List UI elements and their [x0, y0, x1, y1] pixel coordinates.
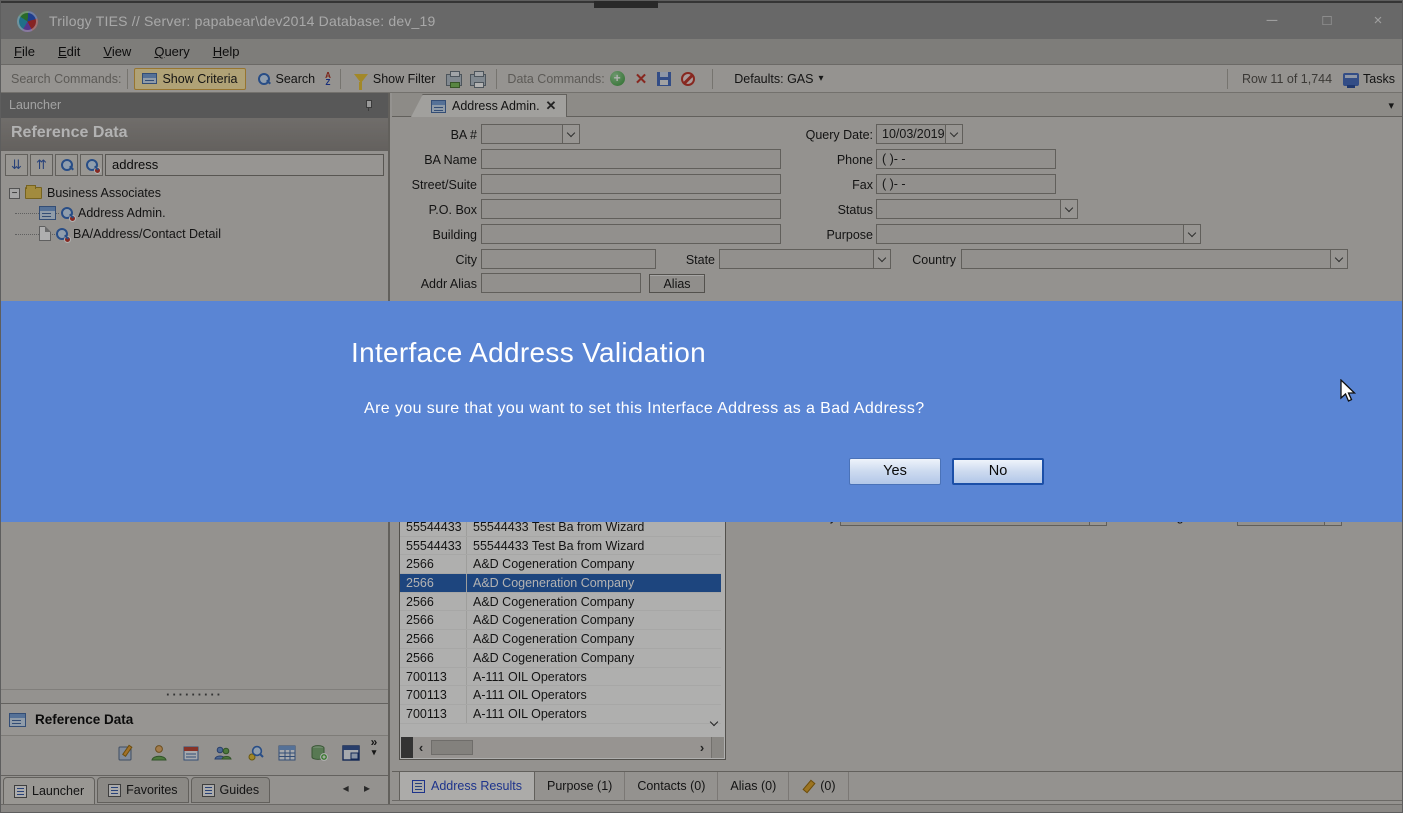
no-button[interactable]: No: [952, 458, 1044, 485]
yes-button[interactable]: Yes: [849, 458, 941, 485]
app-window: Trilogy TIES // Server: papabear\dev2014…: [0, 0, 1403, 813]
dialog-title: Interface Address Validation: [351, 337, 706, 369]
dialog-message: Are you sure that you want to set this I…: [364, 400, 925, 418]
interface-address-validation-dialog: Interface Address Validation Are you sur…: [1, 301, 1403, 522]
mouse-cursor: [1339, 379, 1359, 405]
